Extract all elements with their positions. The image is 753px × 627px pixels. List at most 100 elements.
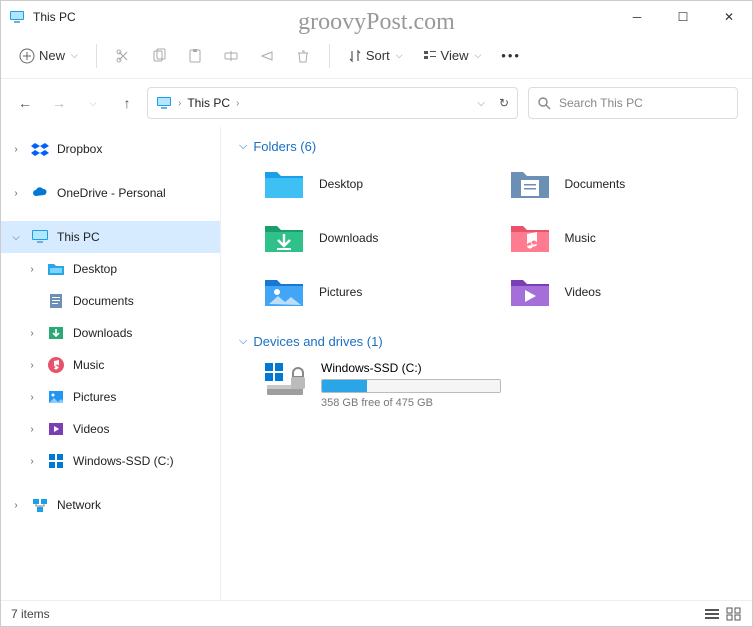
folder-pictures[interactable]: Pictures — [263, 274, 489, 310]
share-button[interactable] — [251, 42, 283, 70]
download-icon — [47, 324, 65, 342]
breadcrumb-root[interactable]: This PC — [187, 96, 230, 110]
chevron-right-icon[interactable]: › — [9, 144, 23, 155]
delete-button[interactable] — [287, 42, 319, 70]
drive-item[interactable]: Windows-SSD (C:) 358 GB free of 475 GB — [263, 361, 734, 409]
chevron-down-icon: ⌵ — [474, 50, 481, 61]
group-label: Devices and drives (1) — [253, 334, 382, 349]
chevron-right-icon[interactable]: › — [25, 424, 39, 435]
status-view-toggles — [704, 607, 742, 621]
chevron-right-icon[interactable]: › — [9, 188, 23, 199]
chevron-right-icon[interactable]: › — [9, 500, 23, 511]
command-toolbar: New ⌵ Sort ⌵ View ⌵ ••• — [1, 33, 752, 79]
folder-music[interactable]: Music — [509, 220, 735, 256]
drive-capacity-fill — [322, 380, 367, 392]
sidebar-item-label: Network — [57, 498, 101, 512]
main-split: › Dropbox › OneDrive - Personal ⌵ This P… — [1, 127, 752, 600]
sidebar-item-downloads[interactable]: › Downloads — [1, 317, 220, 349]
forward-button[interactable]: → — [49, 95, 69, 111]
details-view-button[interactable] — [704, 607, 720, 621]
drive-bitlocker-icon — [263, 361, 307, 397]
sidebar-item-label: Documents — [73, 294, 134, 308]
chevron-down-icon: ⌵ — [396, 50, 403, 61]
search-input[interactable] — [559, 96, 729, 110]
desktop-folder-icon — [47, 260, 65, 278]
folder-label: Desktop — [319, 177, 363, 191]
paste-button[interactable] — [179, 42, 211, 70]
tiles-view-button[interactable] — [726, 607, 742, 621]
window-title: This PC — [33, 10, 76, 24]
sidebar-item-network[interactable]: › Network — [1, 489, 220, 521]
minimize-button[interactable]: ─ — [614, 1, 660, 33]
sidebar-item-desktop[interactable]: › Desktop — [1, 253, 220, 285]
group-header-folders[interactable]: ⌵ Folders (6) — [239, 139, 734, 154]
toolbar-separator — [329, 44, 330, 68]
sidebar-item-music[interactable]: › Music — [1, 349, 220, 381]
sidebar-item-label: Music — [73, 358, 104, 372]
folder-documents[interactable]: Documents — [509, 166, 735, 202]
folder-downloads[interactable]: Downloads — [263, 220, 489, 256]
new-button[interactable]: New ⌵ — [11, 42, 86, 70]
address-dropdown-button[interactable]: ⌵ — [477, 98, 485, 109]
ellipsis-icon: ••• — [501, 48, 521, 63]
back-button[interactable]: ← — [15, 95, 35, 111]
video-icon — [47, 420, 65, 438]
chevron-right-icon[interactable]: › — [25, 360, 39, 371]
sidebar-item-drive[interactable]: › Windows-SSD (C:) — [1, 445, 220, 477]
dropbox-icon — [31, 140, 49, 158]
sidebar-item-thispc[interactable]: ⌵ This PC — [1, 221, 220, 253]
status-item-count: 7 items — [11, 607, 50, 621]
chevron-down-icon[interactable]: ⌵ — [9, 232, 23, 243]
address-bar-row: ← → ⌵ ↑ › This PC › ⌵ ↻ — [1, 79, 752, 127]
cut-button[interactable] — [107, 42, 139, 70]
refresh-button[interactable]: ↻ — [499, 96, 509, 110]
view-button[interactable]: View ⌵ — [415, 42, 490, 69]
view-icon — [423, 49, 437, 63]
folders-grid: Desktop Documents Downloads Music Pictur… — [263, 166, 734, 310]
drive-capacity-bar — [321, 379, 501, 393]
sidebar-item-label: Pictures — [73, 390, 116, 404]
navigation-sidebar: › Dropbox › OneDrive - Personal ⌵ This P… — [1, 127, 221, 600]
music-folder-icon — [509, 220, 551, 256]
address-box[interactable]: › This PC › ⌵ ↻ — [147, 87, 518, 119]
chevron-right-icon[interactable]: › — [25, 264, 39, 275]
search-icon — [537, 96, 551, 110]
maximize-button[interactable]: ☐ — [660, 1, 706, 33]
folder-desktop[interactable]: Desktop — [263, 166, 489, 202]
downloads-folder-icon — [263, 220, 305, 256]
sidebar-item-label: Desktop — [73, 262, 117, 276]
folder-label: Documents — [565, 177, 626, 191]
chevron-down-icon: ⌵ — [239, 335, 247, 348]
chevron-right-icon[interactable]: › — [25, 456, 39, 467]
chevron-right-icon[interactable]: › — [25, 392, 39, 403]
sidebar-item-videos[interactable]: › Videos — [1, 413, 220, 445]
sidebar-item-dropbox[interactable]: › Dropbox — [1, 133, 220, 165]
sort-button[interactable]: Sort ⌵ — [340, 42, 411, 69]
sidebar-item-documents[interactable]: Documents — [1, 285, 220, 317]
desktop-folder-icon — [263, 166, 305, 202]
drive-info: Windows-SSD (C:) 358 GB free of 475 GB — [321, 361, 501, 409]
folder-label: Pictures — [319, 285, 362, 299]
sidebar-item-label: Windows-SSD (C:) — [73, 454, 174, 468]
spacer — [1, 477, 220, 489]
recent-button[interactable]: ⌵ — [83, 98, 103, 109]
trash-icon — [295, 48, 311, 64]
up-button[interactable]: ↑ — [117, 95, 137, 111]
group-header-drives[interactable]: ⌵ Devices and drives (1) — [239, 334, 734, 349]
close-button[interactable]: ✕ — [706, 1, 752, 33]
search-box[interactable] — [528, 87, 738, 119]
sidebar-item-pictures[interactable]: › Pictures — [1, 381, 220, 413]
copy-button[interactable] — [143, 42, 175, 70]
new-label: New — [39, 48, 65, 63]
sidebar-item-onedrive[interactable]: › OneDrive - Personal — [1, 177, 220, 209]
share-icon — [259, 48, 275, 64]
chevron-down-icon: ⌵ — [239, 140, 247, 153]
chevron-right-icon[interactable]: › — [25, 328, 39, 339]
folder-videos[interactable]: Videos — [509, 274, 735, 310]
monitor-icon — [156, 95, 172, 111]
sidebar-item-label: Dropbox — [57, 142, 102, 156]
drive-icon — [47, 452, 65, 470]
folder-label: Videos — [565, 285, 601, 299]
more-button[interactable]: ••• — [493, 42, 529, 69]
rename-button[interactable] — [215, 42, 247, 70]
